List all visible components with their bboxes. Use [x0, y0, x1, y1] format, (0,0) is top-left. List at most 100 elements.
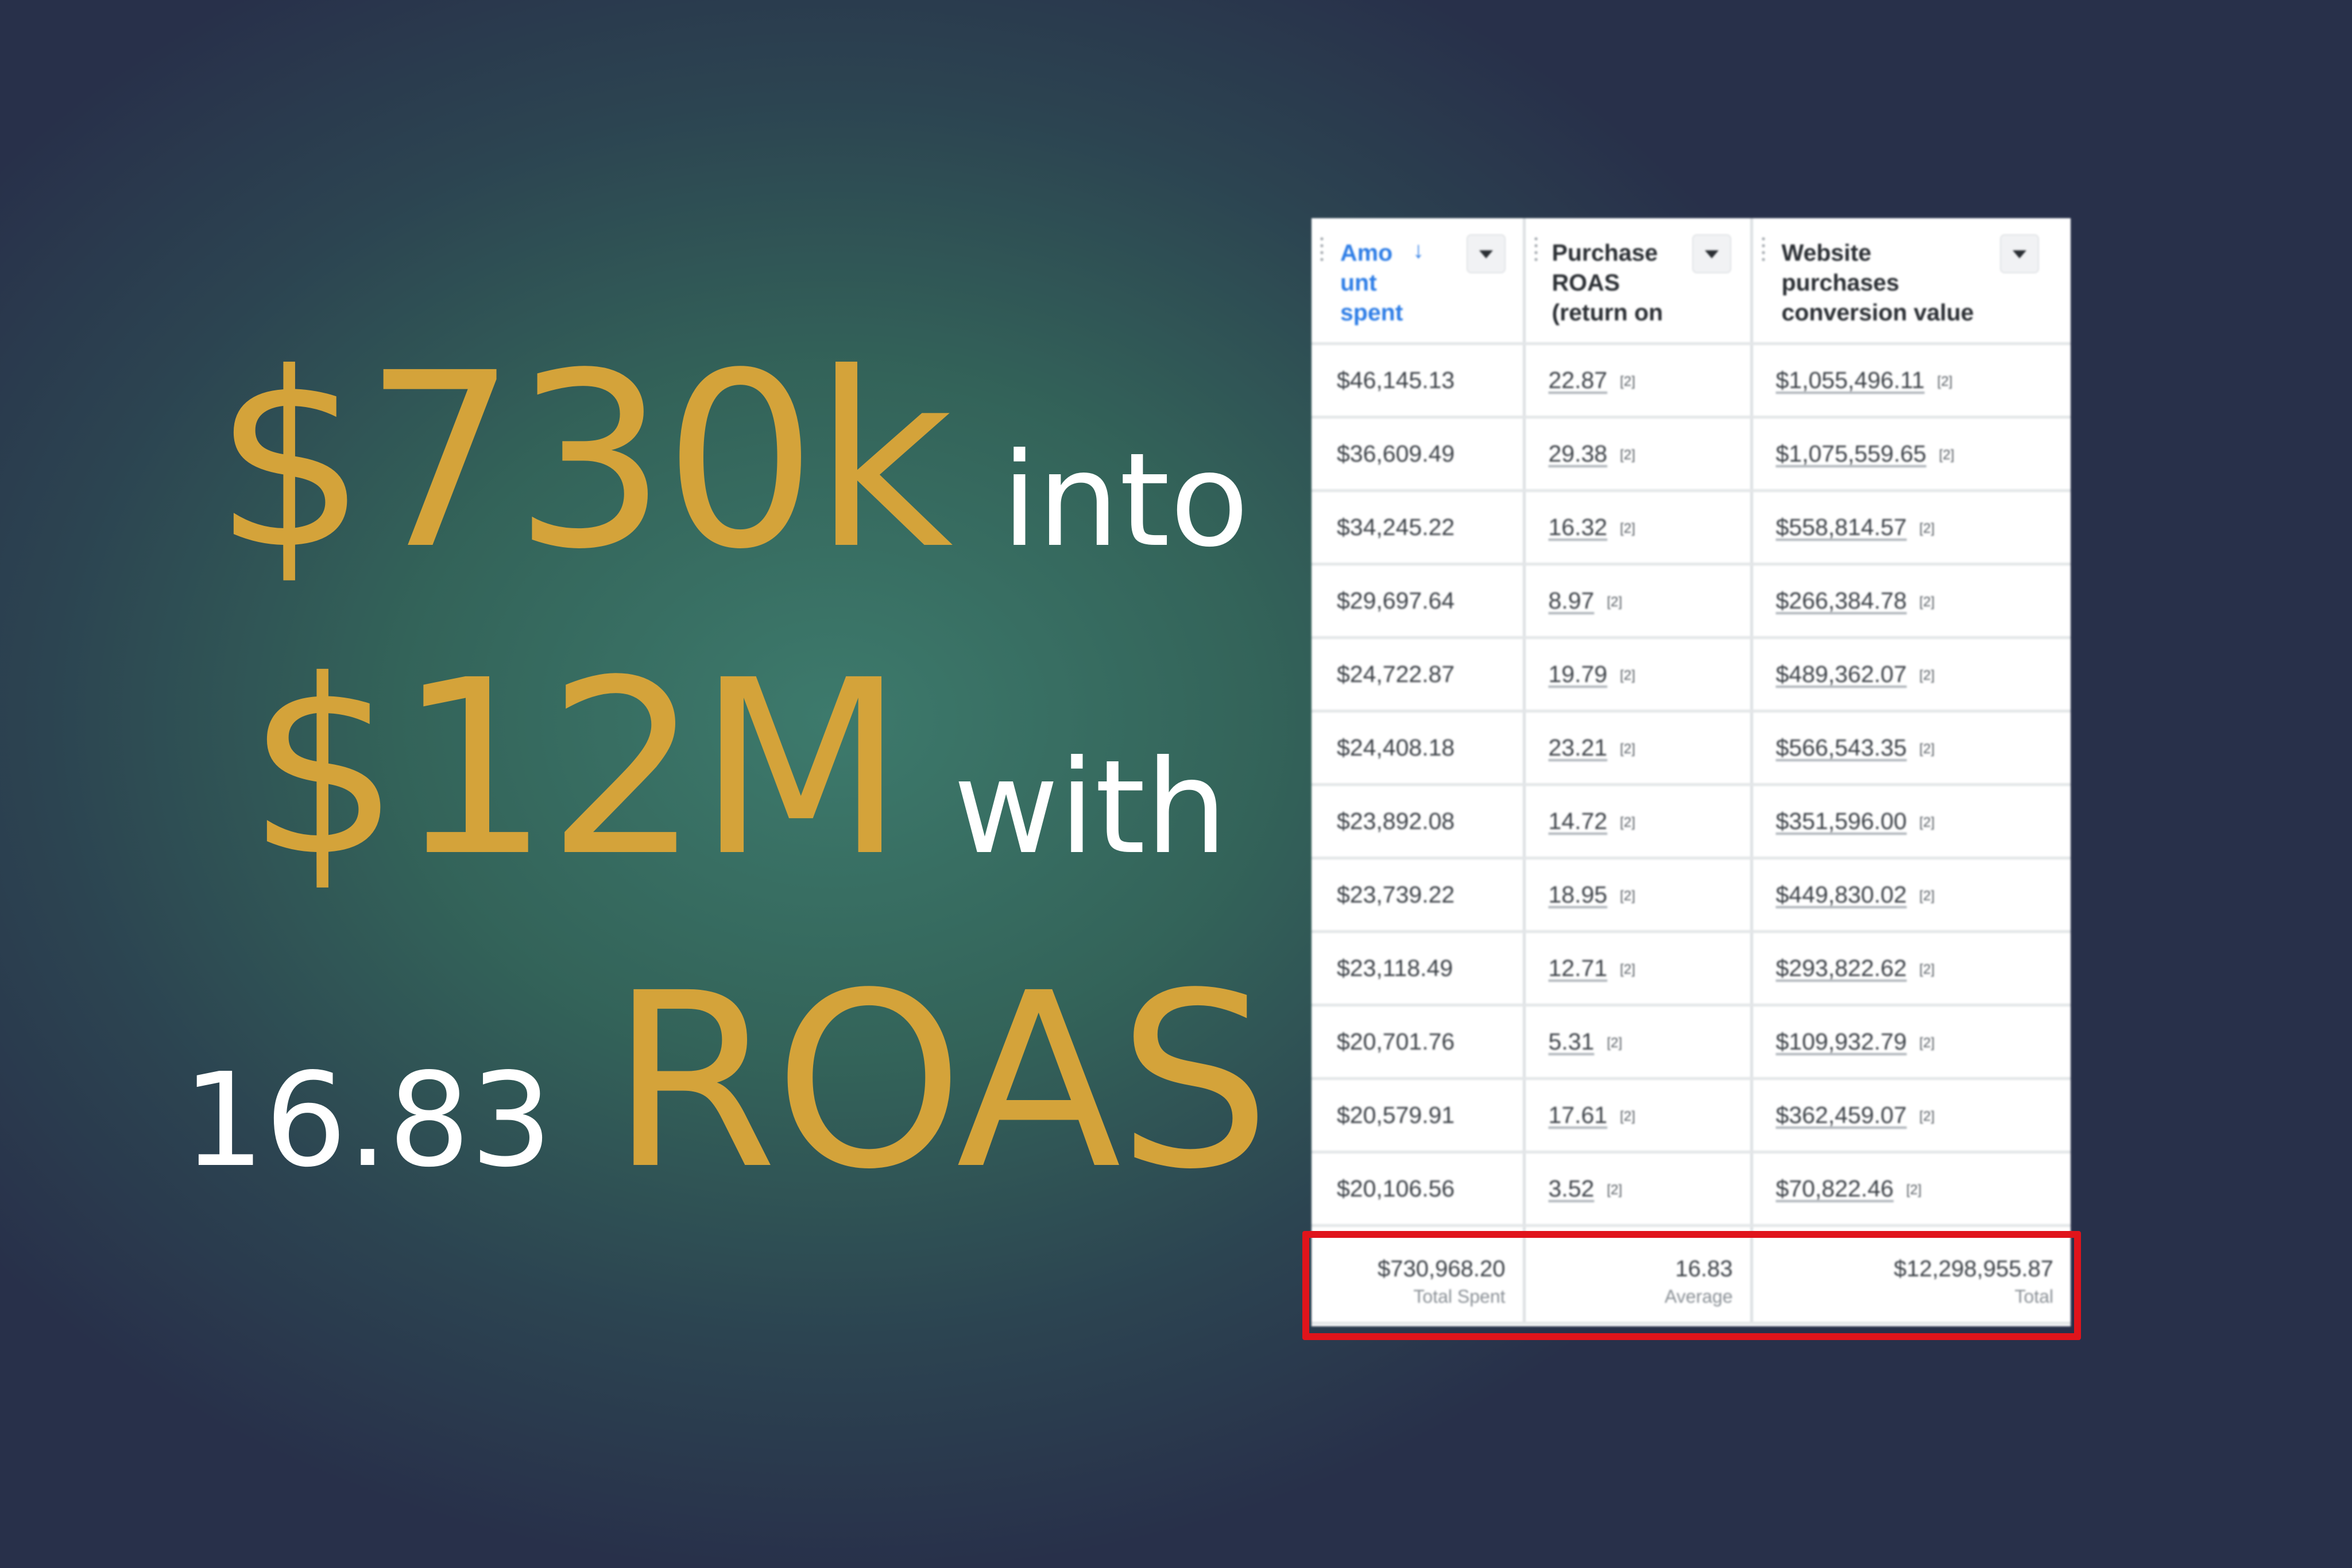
conversion-value-link[interactable]: $558,814.57 — [1776, 514, 1907, 540]
footnote-badge[interactable]: [2] — [1620, 815, 1635, 831]
footnote-badge[interactable]: [2] — [1939, 447, 1955, 463]
footnote-badge[interactable]: [2] — [1607, 594, 1622, 610]
purchase-roas-cell: 19.79 [2] — [1524, 637, 1753, 713]
footnote-badge[interactable]: [2] — [1920, 1035, 1935, 1051]
amount-spent-cell: $23,892.08 — [1312, 784, 1526, 860]
revenue-amount: $12M — [247, 629, 905, 909]
amount-spent-cell: $24,408.18 — [1312, 711, 1526, 786]
conversion-value-link[interactable]: $70,822.46 — [1776, 1175, 1894, 1202]
conversion-value-link[interactable]: $449,830.02 — [1776, 881, 1907, 908]
conversion-value-link[interactable]: $1,055,496.11 — [1776, 367, 1925, 393]
conversion-value-cell: $293,822.62 [2] — [1751, 931, 2071, 1006]
purchase-roas-cell: 17.61 [2] — [1524, 1078, 1753, 1153]
drag-handle-icon[interactable] — [1533, 235, 1538, 264]
table-row: $24,722.87 19.79 [2] $489,362.07 [2] — [1312, 637, 2071, 713]
table-row: $20,579.91 17.61 [2] $362,459.07 [2] — [1312, 1078, 2071, 1153]
conversion-value-cell: $489,362.07 [2] — [1751, 637, 2071, 713]
conversion-value-link[interactable]: $266,384.78 — [1776, 587, 1907, 614]
headline-line-3: 16.83 ROAS — [183, 942, 1271, 1222]
conversion-value-link[interactable]: $293,822.62 — [1776, 955, 1907, 981]
amount-spent-cell: $23,118.49 — [1312, 931, 1526, 1006]
headline: $730k into $12M with 16.83 ROAS — [0, 0, 1321, 1568]
footnote-badge[interactable]: [2] — [1920, 815, 1935, 831]
purchase-roas-link[interactable]: 22.87 — [1549, 367, 1608, 393]
footnote-badge[interactable]: [2] — [1920, 962, 1935, 978]
footnote-badge[interactable]: [2] — [1620, 741, 1635, 757]
footnote-badge[interactable]: [2] — [1620, 888, 1635, 904]
purchase-roas-link[interactable]: 8.97 — [1549, 587, 1595, 614]
purchase-roas-link[interactable]: 17.61 — [1549, 1102, 1608, 1128]
conversion-value-link[interactable]: $109,932.79 — [1776, 1028, 1907, 1055]
totals-highlight-box — [1302, 1231, 2081, 1340]
purchase-roas-link[interactable]: 29.38 — [1549, 440, 1608, 467]
footnote-badge[interactable]: [2] — [1920, 1109, 1935, 1125]
purchase-roas-cell: 14.72 [2] — [1524, 784, 1753, 860]
conversion-value-cell: $449,830.02 [2] — [1751, 858, 2071, 933]
purchase-roas-link[interactable]: 12.71 — [1549, 955, 1608, 981]
amount-spent-value: $20,106.56 — [1337, 1175, 1455, 1202]
footnote-badge[interactable]: [2] — [1620, 668, 1635, 684]
footnote-badge[interactable]: [2] — [1620, 521, 1635, 537]
purchase-roas-link[interactable]: 14.72 — [1549, 808, 1608, 834]
headline-line-2: $12M with — [247, 629, 1227, 909]
conversion-value-link[interactable]: $362,459.07 — [1776, 1102, 1907, 1128]
footnote-badge[interactable]: [2] — [1620, 1109, 1635, 1125]
conversion-value-cell: $109,932.79 [2] — [1751, 1005, 2071, 1080]
column-dropdown-button[interactable] — [1467, 234, 1506, 273]
conversion-value-cell: $362,459.07 [2] — [1751, 1078, 2071, 1153]
purchase-roas-cell: 3.52 [2] — [1524, 1152, 1753, 1227]
column-label-conversion-value: Website purchases conversion value — [1781, 239, 1974, 326]
footnote-badge[interactable]: [2] — [1937, 374, 1953, 390]
footnote-badge[interactable]: [2] — [1920, 594, 1935, 610]
amount-spent-value: $36,609.49 — [1337, 440, 1455, 467]
purchase-roas-link[interactable]: 3.52 — [1549, 1175, 1595, 1202]
column-dropdown-button[interactable] — [1999, 234, 2039, 273]
table-row: $23,739.22 18.95 [2] $449,830.02 [2] — [1312, 858, 2071, 933]
footnote-badge[interactable]: [2] — [1607, 1182, 1622, 1198]
purchase-roas-link[interactable]: 23.21 — [1549, 734, 1608, 761]
column-header-conversion-value[interactable]: Website purchases conversion value — [1751, 218, 2071, 345]
purchase-roas-link[interactable]: 18.95 — [1549, 881, 1608, 908]
purchase-roas-cell: 12.71 [2] — [1524, 931, 1753, 1006]
amount-spent-cell: $20,579.91 — [1312, 1078, 1526, 1153]
ads-results-table: Amo unt spent ↓ Purchase ROAS (return on… — [1312, 218, 2071, 1326]
purchase-roas-cell: 8.97 [2] — [1524, 564, 1753, 639]
footnote-badge[interactable]: [2] — [1906, 1182, 1922, 1198]
column-dropdown-button[interactable] — [1692, 234, 1731, 273]
drag-handle-icon[interactable] — [1761, 235, 1766, 264]
table-row: $46,145.13 22.87 [2] $1,055,496.11 [2] — [1312, 343, 2071, 419]
conversion-value-link[interactable]: $566,543.35 — [1776, 734, 1907, 761]
footnote-badge[interactable]: [2] — [1920, 668, 1935, 684]
amount-spent-cell: $46,145.13 — [1312, 343, 1526, 419]
purchase-roas-link[interactable]: 5.31 — [1549, 1028, 1595, 1055]
footnote-badge[interactable]: [2] — [1920, 741, 1935, 757]
amount-spent-cell: $34,245.22 — [1312, 490, 1526, 566]
purchase-roas-link[interactable]: 19.79 — [1549, 661, 1608, 687]
conversion-value-link[interactable]: $351,596.00 — [1776, 808, 1907, 834]
footnote-badge[interactable]: [2] — [1607, 1035, 1622, 1051]
roas-value: 16.83 — [183, 1046, 553, 1196]
table-row: $20,106.56 3.52 [2] $70,822.46 [2] — [1312, 1152, 2071, 1227]
amount-spent-value: $24,408.18 — [1337, 734, 1455, 761]
conversion-value-cell: $566,543.35 [2] — [1751, 711, 2071, 786]
conversion-value-cell: $1,055,496.11 [2] — [1751, 343, 2071, 419]
arrow-down-icon[interactable]: ↓ — [1413, 238, 1424, 264]
amount-spent-value: $29,697.64 — [1337, 587, 1455, 614]
footnote-badge[interactable]: [2] — [1620, 374, 1635, 390]
footnote-badge[interactable]: [2] — [1920, 888, 1935, 904]
conversion-value-cell: $1,075,559.65 [2] — [1751, 417, 2071, 492]
table-row: $34,245.22 16.32 [2] $558,814.57 [2] — [1312, 490, 2071, 566]
amount-spent-value: $46,145.13 — [1337, 366, 1455, 393]
spend-amount: $730k — [214, 322, 953, 602]
column-header-amount-spent[interactable]: Amo unt spent ↓ — [1312, 218, 1526, 345]
purchase-roas-link[interactable]: 16.32 — [1549, 514, 1608, 540]
headline-line-1: $730k into — [214, 322, 1249, 602]
footnote-badge[interactable]: [2] — [1620, 447, 1635, 463]
footnote-badge[interactable]: [2] — [1620, 962, 1635, 978]
footnote-badge[interactable]: [2] — [1920, 521, 1935, 537]
drag-handle-icon[interactable] — [1320, 235, 1324, 264]
conversion-value-link[interactable]: $489,362.07 — [1776, 661, 1907, 687]
conversion-value-link[interactable]: $1,075,559.65 — [1776, 440, 1927, 467]
column-header-purchase-roas[interactable]: Purchase ROAS (return on — [1524, 218, 1753, 345]
amount-spent-cell: $20,701.76 — [1312, 1005, 1526, 1080]
